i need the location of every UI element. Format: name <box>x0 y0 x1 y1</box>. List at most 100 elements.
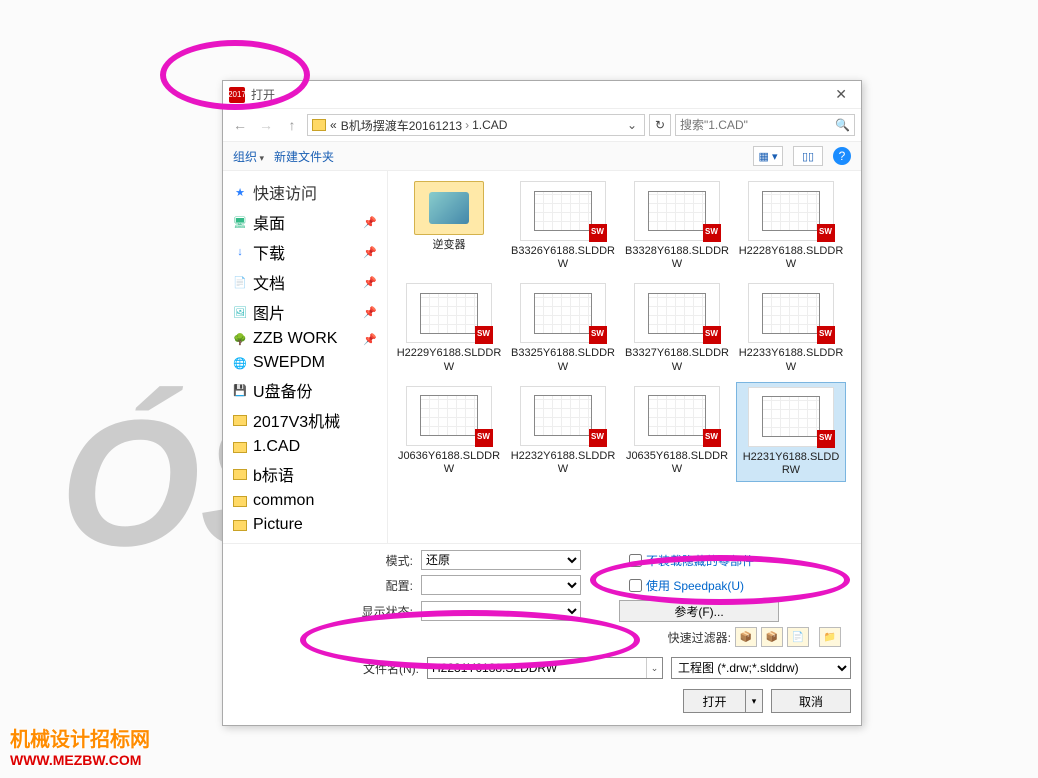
button-row: 打开▾ 取消 <box>223 685 861 725</box>
chevron-down-icon[interactable]: ⌄ <box>624 118 640 132</box>
solidworks-badge-icon <box>703 326 721 344</box>
sidebar-item[interactable]: 🌐 SWEPDM <box>223 351 387 375</box>
sidebar-item[interactable]: 🌳 ZZB WORK 📌 <box>223 327 387 351</box>
pdm-icon: 🌐 <box>233 356 247 370</box>
preview-pane-button[interactable]: ▯▯ <box>793 146 823 166</box>
drawing-thumbnail <box>748 181 834 241</box>
sidebar-item[interactable]: 🖼图片📌 <box>223 297 387 327</box>
forward-button[interactable]: → <box>255 114 277 136</box>
organize-button[interactable]: 组织 <box>233 148 264 165</box>
config-select[interactable] <box>421 575 581 595</box>
state-select[interactable] <box>421 601 581 621</box>
solidworks-badge-icon <box>817 430 835 448</box>
references-button[interactable]: 参考(F)... <box>619 600 779 622</box>
cancel-button[interactable]: 取消 <box>771 689 851 713</box>
file-item[interactable]: H2229Y6188.SLDDRW <box>394 279 504 377</box>
folder-icon <box>312 119 326 131</box>
sidebar-item-label: 图片 <box>253 300 285 324</box>
drawing-thumbnail <box>634 181 720 241</box>
file-item[interactable]: H2231Y6188.SLDDRW <box>736 382 846 482</box>
sidebar-quick-access[interactable]: ★ 快速访问 <box>223 177 387 207</box>
sidebar-item[interactable]: 💾U盘备份 <box>223 375 387 405</box>
sidebar-item-label: Picture <box>253 516 303 534</box>
sidebar-item-label: 下载 <box>253 240 285 264</box>
filter-asm-icon[interactable]: 📦 <box>761 627 783 647</box>
watermark: 机械设计招标网 WWW.MEZBW.COM <box>10 723 150 768</box>
help-icon[interactable]: ? <box>833 147 851 165</box>
file-name-label: H2233Y6188.SLDDRW <box>738 347 844 373</box>
file-name-label: H2232Y6188.SLDDRW <box>510 450 616 476</box>
file-name-label: J0636Y6188.SLDDRW <box>396 450 502 476</box>
refresh-button[interactable]: ↻ <box>649 114 671 136</box>
state-label: 显示状态: <box>353 603 413 620</box>
folder-thumbnail <box>414 181 484 235</box>
file-name-label: H2231Y6188.SLDDRW <box>739 451 843 477</box>
tree-icon: 🌳 <box>233 332 247 346</box>
back-button[interactable]: ← <box>229 114 251 136</box>
hidden-components-checkbox[interactable]: 不装载隐藏的零部件 <box>629 552 754 569</box>
file-name-label: J0635Y6188.SLDDRW <box>624 450 730 476</box>
filter-top-icon[interactable]: 📁 <box>819 627 841 647</box>
options-panel: 模式: 还原 不装载隐藏的零部件 配置: 使用 Speedpak(U) 显示状态… <box>223 543 861 651</box>
file-item[interactable]: H2228Y6188.SLDDRW <box>736 177 846 275</box>
sidebar-item-label: U盘备份 <box>253 378 313 402</box>
filter-part-icon[interactable]: 📦 <box>735 627 757 647</box>
folder-icon <box>233 442 247 453</box>
dialog-title: 打开 <box>251 86 827 103</box>
titlebar: 2017 打开 ✕ <box>223 81 861 109</box>
filter-drw-icon[interactable]: 📄 <box>787 627 809 647</box>
new-folder-button[interactable]: 新建文件夹 <box>274 148 334 165</box>
file-item[interactable]: B3326Y6188.SLDDRW <box>508 177 618 275</box>
filename-input[interactable]: ⌄ <box>427 657 663 679</box>
sidebar-item[interactable]: 1.CAD <box>223 435 387 459</box>
sidebar-item[interactable]: ↓下载📌 <box>223 237 387 267</box>
filename-label: 文件名(N): <box>363 660 419 677</box>
filetype-select[interactable]: 工程图 (*.drw;*.slddrw) <box>671 657 851 679</box>
sidebar: ★ 快速访问 🖥桌面📌↓下载📌📄文档📌🖼图片📌🌳ZZB WORK📌🌐SWEPDM… <box>223 171 388 543</box>
chevron-down-icon[interactable]: ⌄ <box>646 658 662 678</box>
sidebar-item[interactable]: b标语 <box>223 459 387 489</box>
search-input[interactable]: 🔍 <box>675 114 855 136</box>
search-icon[interactable]: 🔍 <box>835 118 850 132</box>
file-name-label: H2228Y6188.SLDDRW <box>738 245 844 271</box>
sidebar-item-label: SWEPDM <box>253 354 325 372</box>
drawing-thumbnail <box>406 283 492 343</box>
drawing-thumbnail <box>520 283 606 343</box>
breadcrumb[interactable]: « B机场摆渡车20161213 › 1.CAD ⌄ <box>307 114 645 136</box>
solidworks-badge-icon <box>589 224 607 242</box>
open-button[interactable]: 打开▾ <box>683 689 763 713</box>
file-name-label: H2229Y6188.SLDDRW <box>396 347 502 373</box>
sidebar-item[interactable]: common <box>223 489 387 513</box>
file-item[interactable]: J0636Y6188.SLDDRW <box>394 382 504 482</box>
app-icon: 2017 <box>229 87 245 103</box>
star-icon: ★ <box>233 185 247 199</box>
pin-icon: 📌 <box>363 276 377 289</box>
view-mode-button[interactable]: ▦ ▾ <box>753 146 783 166</box>
file-item[interactable]: J0635Y6188.SLDDRW <box>622 382 732 482</box>
speedpak-checkbox[interactable]: 使用 Speedpak(U) <box>629 577 744 594</box>
chevron-down-icon: ▾ <box>746 690 762 712</box>
up-button[interactable]: ↑ <box>281 114 303 136</box>
sidebar-item-label: ZZB WORK <box>253 330 337 348</box>
file-name-label: B3326Y6188.SLDDRW <box>510 245 616 271</box>
file-item[interactable]: B3325Y6188.SLDDRW <box>508 279 618 377</box>
file-item[interactable]: 逆变器 <box>394 177 504 275</box>
file-item[interactable]: H2233Y6188.SLDDRW <box>736 279 846 377</box>
sidebar-item[interactable]: 📄文档📌 <box>223 267 387 297</box>
file-item[interactable]: B3327Y6188.SLDDRW <box>622 279 732 377</box>
drawing-thumbnail <box>748 283 834 343</box>
filter-label: 快速过滤器: <box>668 629 731 646</box>
file-area[interactable]: 逆变器B3326Y6188.SLDDRWB3328Y6188.SLDDRWH22… <box>388 171 861 543</box>
file-item[interactable]: H2232Y6188.SLDDRW <box>508 382 618 482</box>
pin-icon: 📌 <box>363 333 377 346</box>
sidebar-item-label: 文档 <box>253 270 285 294</box>
solidworks-badge-icon <box>817 224 835 242</box>
sidebar-item[interactable]: 🖥桌面📌 <box>223 207 387 237</box>
sidebar-item[interactable]: Picture <box>223 513 387 537</box>
mode-select[interactable]: 还原 <box>421 550 581 570</box>
file-item[interactable]: B3328Y6188.SLDDRW <box>622 177 732 275</box>
solidworks-badge-icon <box>703 429 721 447</box>
drawing-thumbnail <box>634 283 720 343</box>
sidebar-item[interactable]: 2017V3机械 <box>223 405 387 435</box>
close-icon[interactable]: ✕ <box>827 86 855 103</box>
